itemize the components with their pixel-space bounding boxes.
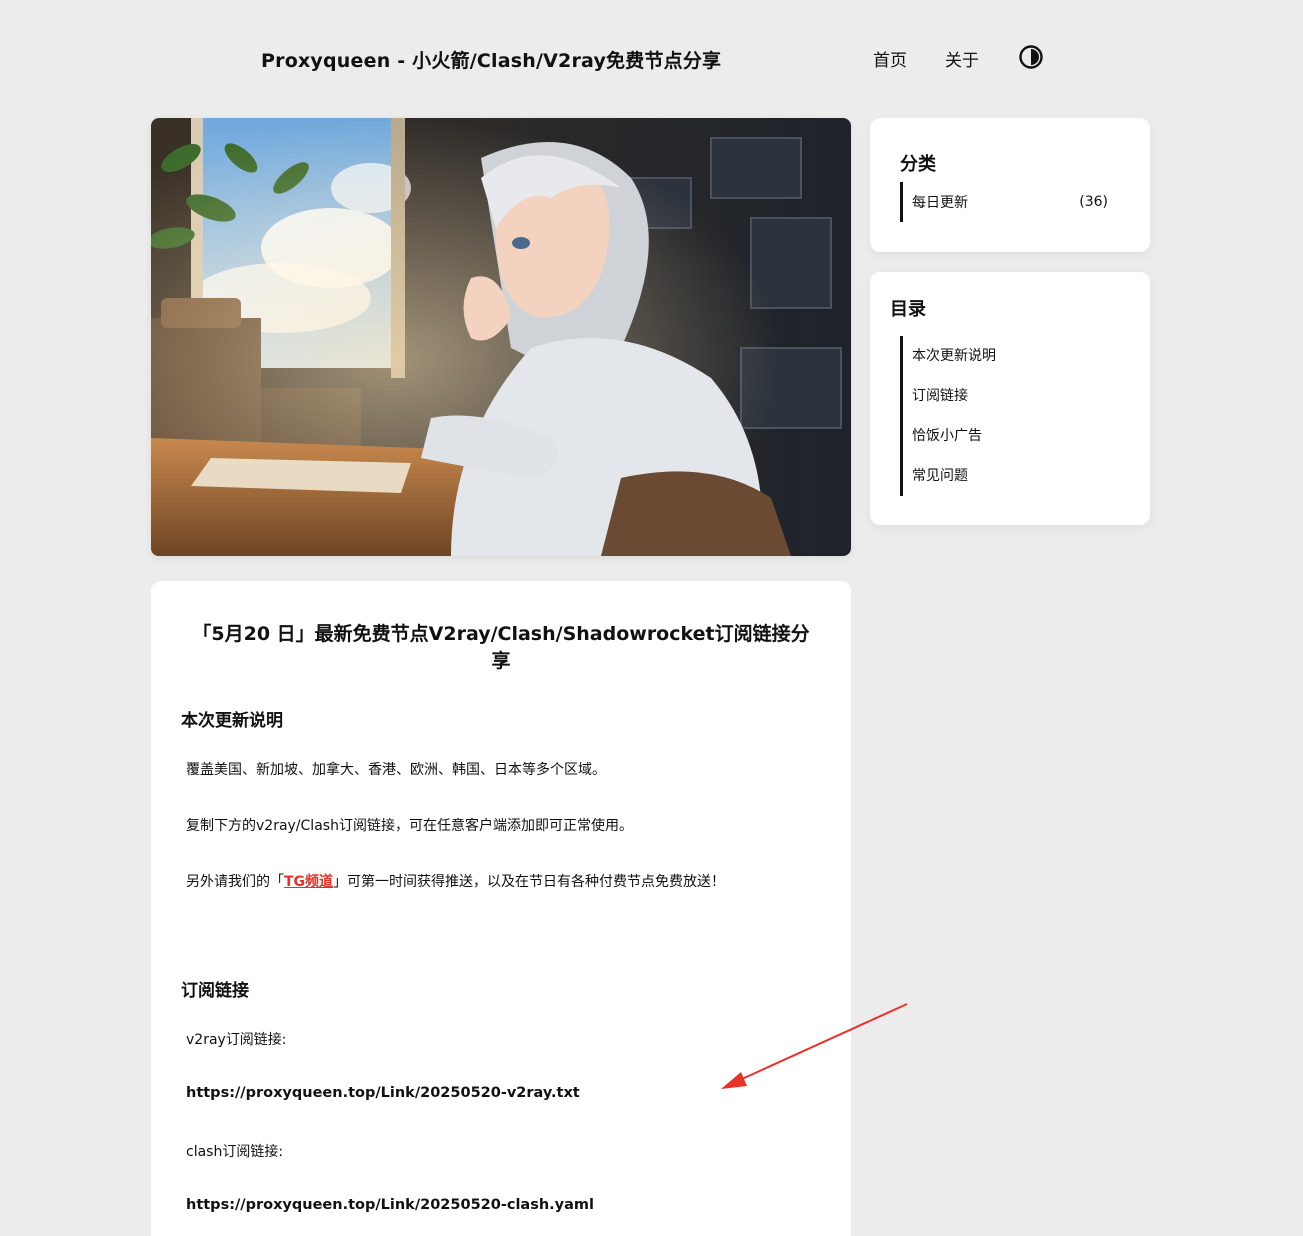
- toc-item-subscribe-links[interactable]: 订阅链接: [912, 376, 1112, 416]
- toc-item-update-notes[interactable]: 本次更新说明: [912, 336, 1112, 376]
- update-paragraph-tg: 另外请我们的「TG频道」可第一时间获得推送，以及在节日有各种付费节点免费放送！: [186, 871, 725, 891]
- categories-card: 分类 每日更新 (36): [870, 118, 1150, 252]
- toc-item-ads[interactable]: 恰饭小广告: [912, 416, 1112, 456]
- tg-text-before: 另外请我们的「: [186, 874, 284, 890]
- tg-text-after: 」可第一时间获得推送，以及在节日有各种付费节点免费放送！: [333, 874, 726, 890]
- clash-label: clash订阅链接:: [186, 1144, 284, 1160]
- section-heading-update: 本次更新说明: [181, 711, 283, 731]
- article-title: 「5月20 日」最新免费节点V2ray/Clash/Shadowrocket订阅…: [192, 623, 810, 672]
- toc-card: 目录 本次更新说明 订阅链接 恰饭小广告 常见问题: [870, 272, 1150, 525]
- red-arrow-icon: [721, 1003, 908, 1089]
- contrast-icon: [1019, 45, 1043, 69]
- toc-list: 本次更新说明 订阅链接 恰饭小广告 常见问题: [900, 336, 1112, 496]
- toc-item-faq[interactable]: 常见问题: [912, 456, 1112, 496]
- toc-title: 目录: [890, 299, 926, 320]
- theme-toggle-button[interactable]: [1018, 44, 1044, 70]
- categories-list: 每日更新 (36): [900, 182, 1108, 222]
- main-nav: 首页 关于: [873, 46, 1017, 71]
- site-title[interactable]: Proxyqueen - 小火箭/Clash/V2ray免费节点分享: [261, 46, 721, 73]
- article-card: 「5月20 日」最新免费节点V2ray/Clash/Shadowrocket订阅…: [151, 581, 908, 1236]
- v2ray-url[interactable]: https://proxyqueen.top/Link/20250520-v2r…: [186, 1085, 580, 1101]
- update-paragraph-regions: 覆盖美国、新加坡、加拿大、香港、欧洲、韩国、日本等多个区域。: [186, 762, 606, 778]
- categories-title: 分类: [900, 154, 936, 175]
- update-paragraph-usage: 复制下方的v2ray/Clash订阅链接，可在任意客户端添加即可正常使用。: [186, 818, 633, 834]
- tg-channel-link[interactable]: TG频道: [284, 874, 333, 890]
- category-count: (36): [1079, 194, 1108, 210]
- hero-illustration-icon: [151, 118, 851, 556]
- category-label: 每日更新: [912, 195, 968, 211]
- page: Proxyqueen - 小火箭/Clash/V2ray免费节点分享 首页 关于: [0, 0, 1303, 1236]
- nav-home[interactable]: 首页: [873, 46, 907, 71]
- section-heading-subscribe: 订阅链接: [181, 981, 249, 1001]
- clash-url[interactable]: https://proxyqueen.top/Link/20250520-cla…: [186, 1197, 594, 1213]
- hero-image: [151, 118, 851, 556]
- category-item-daily[interactable]: 每日更新 (36): [912, 182, 1108, 222]
- v2ray-label: v2ray订阅链接:: [186, 1032, 287, 1048]
- nav-about[interactable]: 关于: [945, 46, 979, 71]
